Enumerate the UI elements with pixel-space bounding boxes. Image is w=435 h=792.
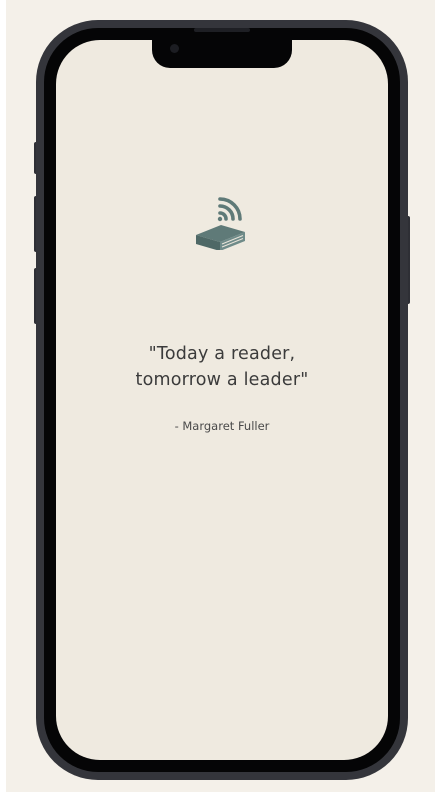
splash-screen bbox=[56, 40, 388, 760]
quote-line-2: tomorrow a leader" bbox=[135, 370, 309, 390]
front-camera bbox=[170, 44, 179, 53]
quote-text: "Today a reader, tomorrow a leader" bbox=[56, 341, 388, 393]
book-wifi-logo-icon bbox=[196, 197, 245, 250]
phone-notch bbox=[152, 38, 292, 68]
quote-author: - Margaret Fuller bbox=[174, 419, 270, 433]
page: "Today a reader, tomorrow a leader" - Ma… bbox=[0, 0, 435, 792]
page-edge bbox=[0, 0, 6, 792]
earpiece-speaker bbox=[194, 28, 250, 32]
quote-line-1: "Today a reader, bbox=[148, 344, 296, 364]
